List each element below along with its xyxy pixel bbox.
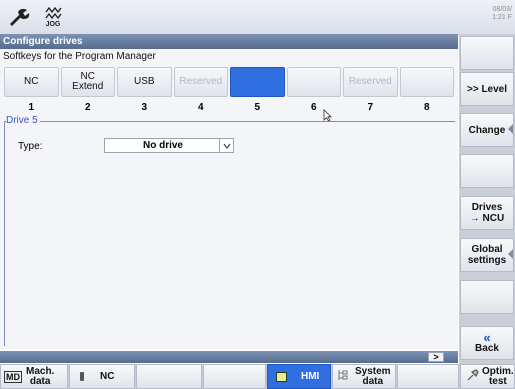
back-arrow-icon: «	[483, 330, 491, 345]
mode-label: JOG	[45, 20, 61, 28]
hmi-button[interactable]: HMI	[267, 364, 331, 389]
horizontal-scrollbar[interactable]: >	[0, 351, 458, 363]
more-indicator-icon	[508, 249, 513, 259]
drives-ncu-label-2: → NCU	[469, 213, 505, 224]
global-settings-label-1: Global	[471, 244, 503, 255]
monitor-icon	[276, 371, 287, 382]
pm-softkey-2[interactable]: NC Extend	[60, 67, 115, 97]
hsk-4-empty[interactable]	[203, 364, 266, 389]
drives-ncu-button[interactable]: Drives → NCU	[460, 196, 514, 230]
scroll-right-button[interactable]: >	[428, 352, 444, 362]
horizontal-softkey-bar: MD Mach. data NC HMI System data Optim. …	[0, 364, 515, 389]
md-icon: MD	[4, 370, 22, 383]
pm-softkey-8[interactable]	[399, 67, 454, 97]
jog-mode-icon: JOG	[38, 2, 68, 32]
wrench-icon[interactable]	[4, 2, 34, 32]
system-label-2: data	[362, 375, 384, 387]
md-icon-text: MD	[6, 371, 20, 382]
drives-ncu-label-1: Drives	[471, 202, 503, 213]
level-button-label: >> Level	[466, 83, 508, 95]
vsk-4-empty[interactable]	[460, 154, 514, 188]
drive-group: Drive 5	[4, 115, 455, 346]
time-text: 1:21 F	[492, 14, 512, 21]
softkey-number: 4	[197, 102, 204, 113]
pm-softkey-label: Reserved	[179, 76, 223, 87]
hsk-7-empty[interactable]	[397, 364, 459, 389]
hmi-screen: JOG 08/03/ 1:21 F Configure drives Softk…	[0, 0, 515, 389]
program-manager-softkeys: NC NC Extend USB Reserved Reserved	[4, 67, 454, 97]
level-button[interactable]: >> Level	[460, 72, 514, 106]
system-tree-icon	[337, 369, 349, 384]
mach-label-1: Mach.	[26, 365, 55, 377]
section-subtitle: Softkeys for the Program Manager	[3, 51, 156, 62]
window-title: Configure drives	[0, 34, 458, 49]
nc-label: NC	[100, 371, 115, 382]
softkey-number: 3	[141, 102, 148, 113]
pm-softkey-label-2: Extend	[72, 81, 104, 92]
system-data-button[interactable]: System data	[332, 364, 396, 389]
type-label: Type:	[18, 141, 43, 152]
global-settings-button[interactable]: Global settings	[460, 238, 514, 272]
drive-group-title: Drive 5	[6, 115, 40, 126]
vsk-7-empty[interactable]	[460, 280, 514, 314]
optim-label-1: Optim.	[482, 365, 514, 377]
pm-softkey-3[interactable]: USB	[117, 67, 172, 97]
hsk-3-empty[interactable]	[136, 364, 202, 389]
drive-type-value: No drive	[142, 140, 183, 151]
back-button-label: Back	[475, 343, 499, 354]
vertical-softkey-bar: >> Level Change Drives → NCU Global sett…	[459, 34, 515, 364]
chevron-down-icon[interactable]	[219, 139, 233, 152]
global-settings-label-2: settings	[467, 255, 507, 266]
vsk-1-empty[interactable]	[460, 36, 514, 70]
softkey-numbers: 1 2 3 4 5 6 7 8	[4, 102, 454, 114]
optim-icon	[467, 369, 479, 384]
date-time: 08/03/ 1:21 F	[492, 6, 512, 22]
drive-type-select[interactable]: No drive	[104, 138, 234, 153]
main-panel: Configure drives Softkeys for the Progra…	[0, 34, 458, 349]
softkey-number: 7	[367, 102, 374, 113]
mach-label-2: data	[29, 375, 51, 387]
date-text: 08/03/	[492, 6, 512, 13]
change-button-label: Change	[468, 124, 506, 136]
pm-softkey-label: NC	[24, 76, 39, 87]
softkey-number: 5	[254, 102, 261, 113]
optim-label-2: test	[488, 375, 507, 387]
system-label-1: System	[355, 365, 391, 377]
optimization-test-button[interactable]: Optim. test	[460, 364, 515, 389]
hmi-label: HMI	[301, 371, 320, 382]
nc-icon	[80, 372, 84, 381]
softkey-number: 6	[310, 102, 317, 113]
softkey-number: 2	[84, 102, 91, 113]
pm-softkey-5[interactable]	[230, 67, 285, 97]
machine-data-button[interactable]: MD Mach. data	[0, 364, 68, 389]
softkey-number: 8	[423, 102, 430, 113]
more-indicator-icon	[508, 124, 513, 134]
nc-button[interactable]: NC	[69, 364, 135, 389]
pm-softkey-label: USB	[133, 76, 155, 87]
pm-softkey-7[interactable]: Reserved	[343, 67, 398, 97]
softkey-number: 1	[28, 102, 35, 113]
back-button[interactable]: « Back	[460, 326, 514, 360]
status-bar: JOG 08/03/ 1:21 F	[0, 0, 515, 35]
pm-softkey-6[interactable]	[286, 67, 341, 97]
change-button[interactable]: Change	[460, 113, 514, 147]
pm-softkey-label: Reserved	[348, 76, 392, 87]
pm-softkey-4[interactable]: Reserved	[173, 67, 228, 97]
pm-softkey-1[interactable]: NC	[4, 67, 59, 97]
